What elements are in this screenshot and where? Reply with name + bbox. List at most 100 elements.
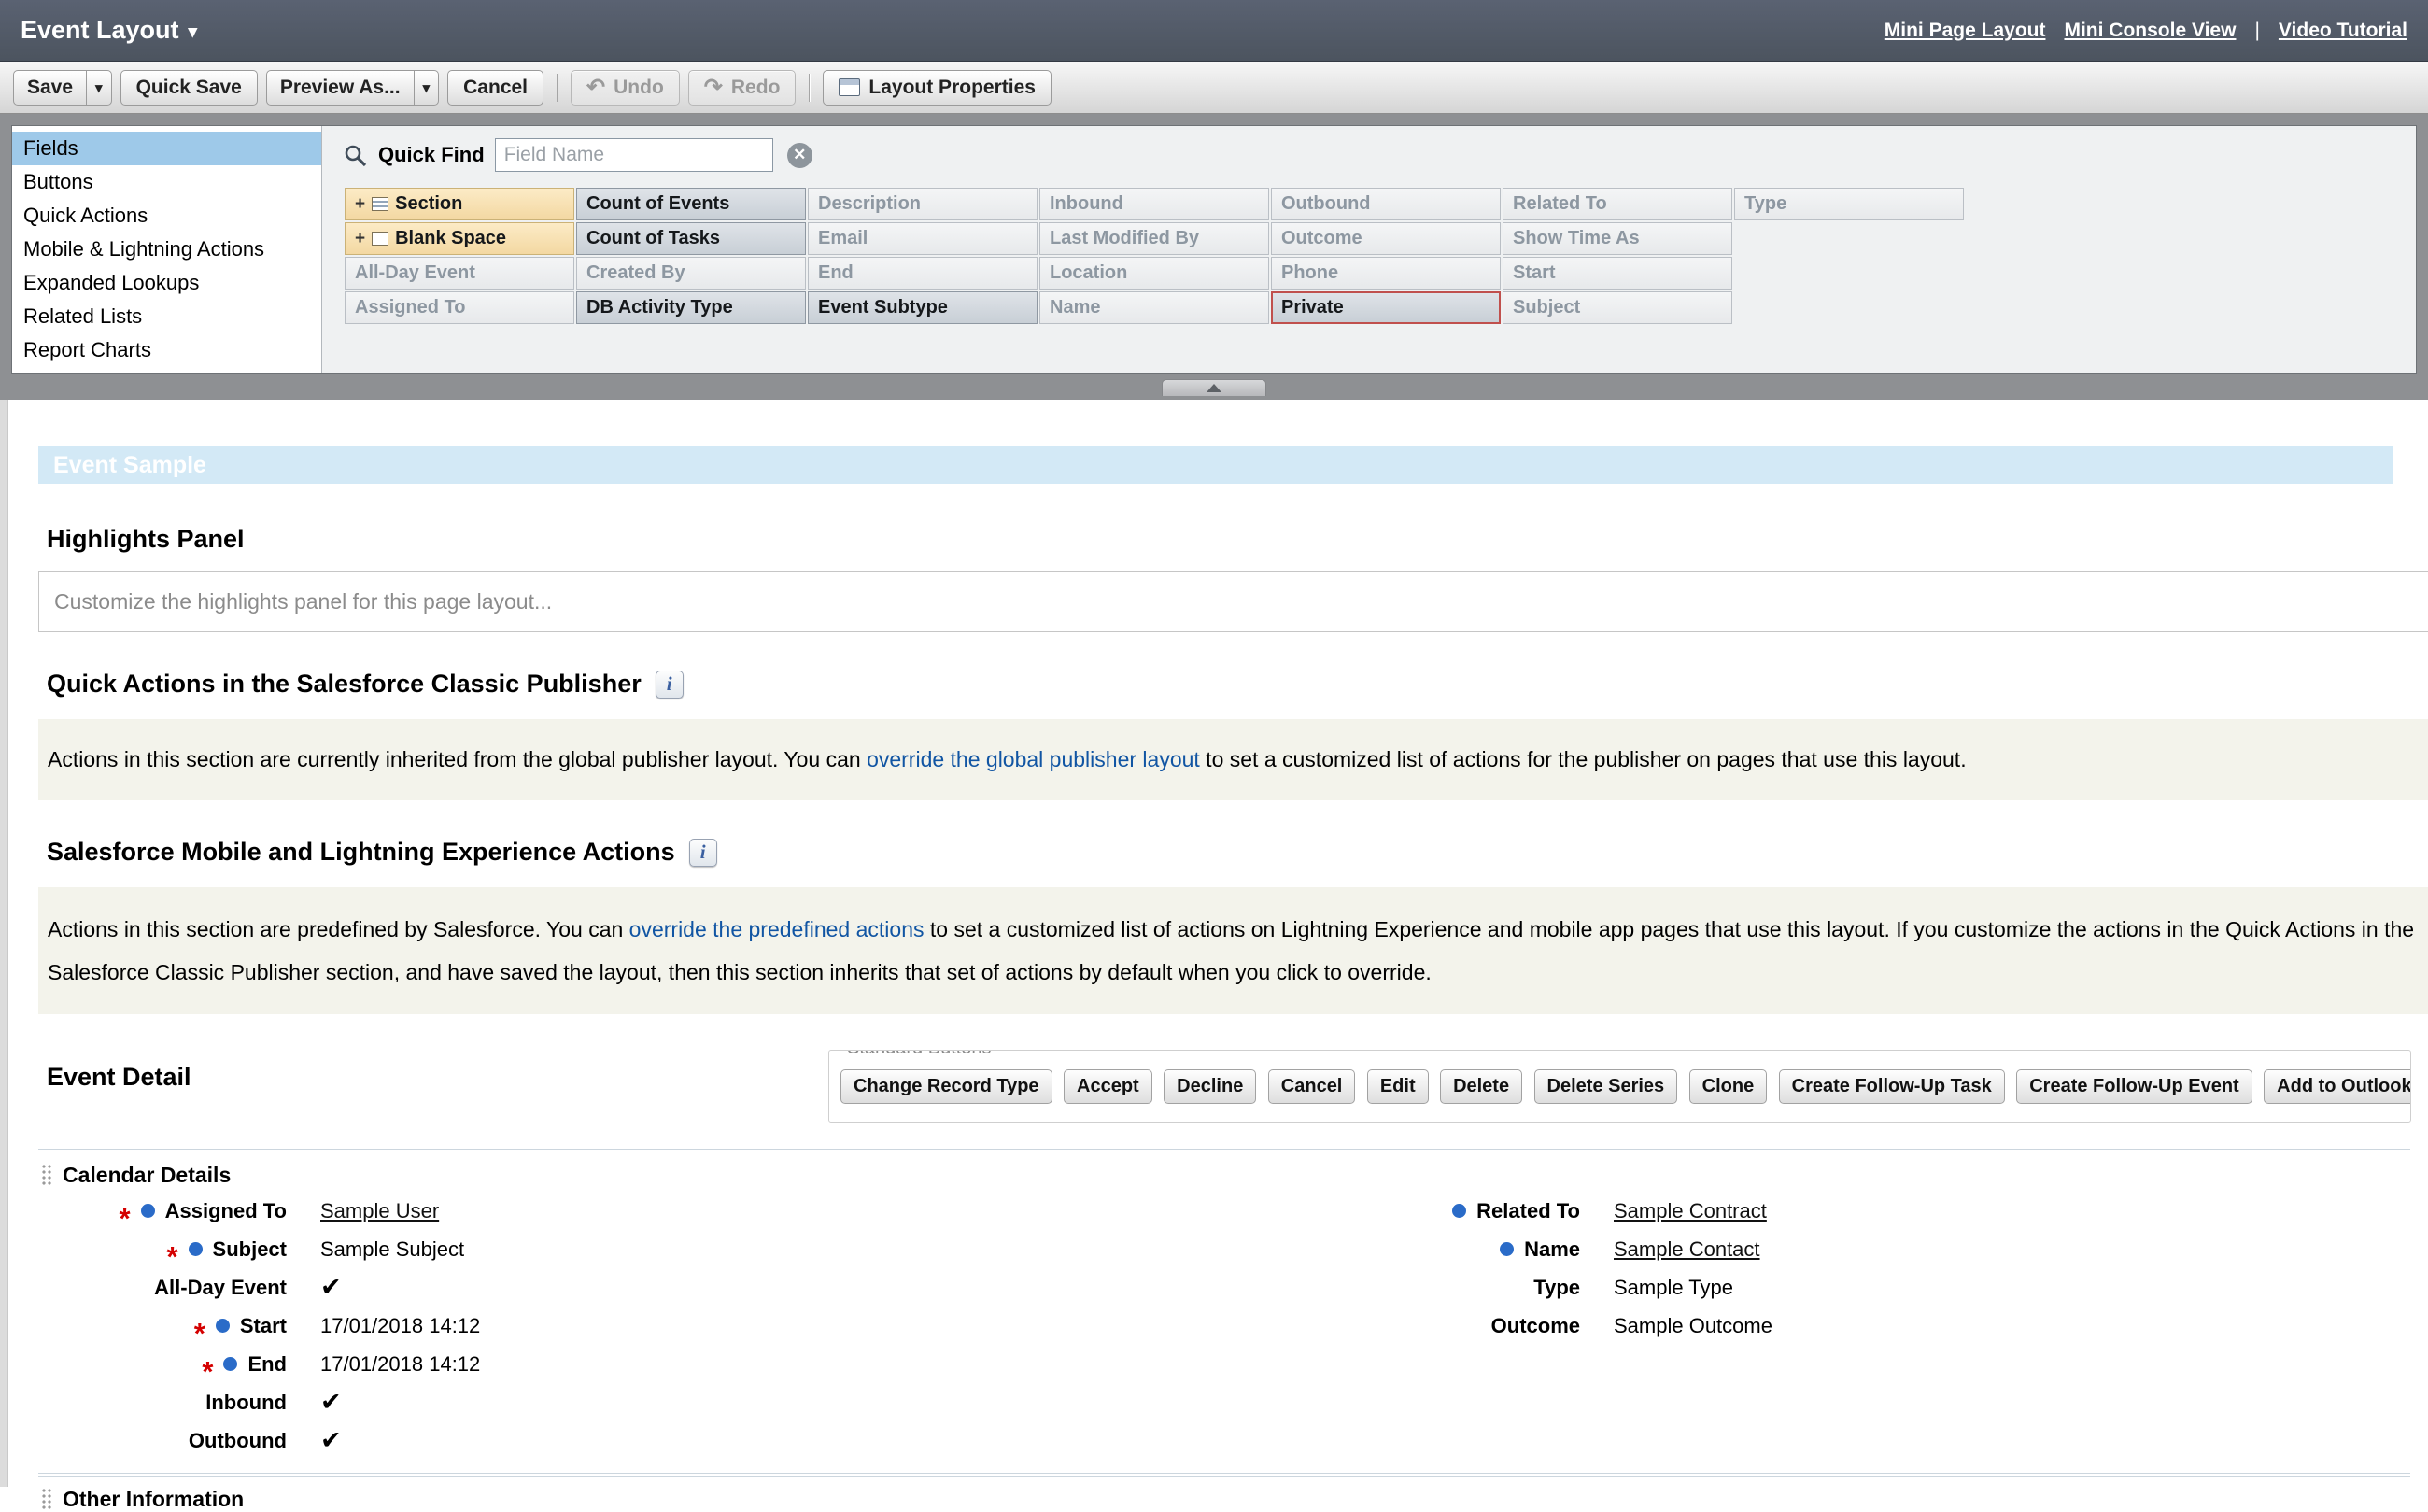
- palette-field-type[interactable]: Type: [1734, 188, 1964, 220]
- redo-icon: ↷: [704, 77, 723, 99]
- palette-field-location[interactable]: Location: [1039, 257, 1269, 290]
- preview-as-dropdown-icon[interactable]: ▾: [414, 71, 439, 105]
- field-indicator-icon: [216, 1319, 230, 1333]
- layout-field-type[interactable]: Type: [1347, 1268, 1580, 1307]
- sidebar-item-fields[interactable]: Fields: [12, 132, 321, 165]
- delete-series-button[interactable]: Delete Series: [1534, 1069, 1678, 1104]
- sidebar-item-expanded-lookups[interactable]: Expanded Lookups: [12, 266, 321, 300]
- layout-field-all-day-event[interactable]: All-Day Event: [0, 1268, 287, 1307]
- quick-save-button[interactable]: Quick Save: [120, 70, 258, 106]
- toolbar-separator: [557, 74, 558, 102]
- sidebar-item-quick-actions[interactable]: Quick Actions: [12, 199, 321, 233]
- field-value: Sample Type: [1580, 1268, 2428, 1307]
- info-icon[interactable]: i: [656, 671, 684, 699]
- section-calendar-details[interactable]: Calendar Details: [41, 1162, 2428, 1188]
- clear-search-icon[interactable]: ✕: [787, 143, 812, 168]
- palette-field-private[interactable]: Private: [1271, 291, 1501, 324]
- layout-properties-button[interactable]: Layout Properties: [823, 70, 1052, 106]
- drag-handle-icon: [41, 1488, 52, 1510]
- event-detail-title: Event Detail: [47, 1063, 191, 1092]
- classic-publisher-note: Actions in this section are currently in…: [38, 719, 2428, 800]
- palette-field-phone[interactable]: Phone: [1271, 257, 1501, 290]
- create-follow-up-event-button[interactable]: Create Follow-Up Event: [2016, 1069, 2252, 1104]
- section-other-information[interactable]: Other Information: [41, 1486, 2428, 1512]
- palette-field-db-activity-type[interactable]: DB Activity Type: [576, 291, 806, 324]
- field-indicator-icon: [1500, 1242, 1514, 1256]
- layout-field-outcome[interactable]: Outcome: [1347, 1307, 1580, 1345]
- field-indicator-icon: [1452, 1204, 1466, 1218]
- clone-button[interactable]: Clone: [1689, 1069, 1768, 1104]
- sidebar-item-report-charts[interactable]: Report Charts: [12, 333, 321, 367]
- accept-button[interactable]: Accept: [1064, 1069, 1152, 1104]
- preview-as-button[interactable]: Preview As... ▾: [266, 70, 439, 106]
- link-mini-page-layout[interactable]: Mini Page Layout: [1885, 20, 2046, 42]
- palette-field-last-modified-by[interactable]: Last Modified By: [1039, 222, 1269, 255]
- sidebar-item-related-lists[interactable]: Related Lists: [12, 300, 321, 333]
- override-predefined-actions-link[interactable]: override the predefined actions: [629, 917, 925, 941]
- layout-field-end[interactable]: * End: [0, 1345, 287, 1383]
- field-indicator-icon: [223, 1357, 237, 1371]
- redo-button[interactable]: ↷ Redo: [688, 70, 797, 106]
- layout-field-related-to[interactable]: Related To: [1347, 1192, 1580, 1230]
- field-value: Sample Contact: [1580, 1230, 2428, 1268]
- editor-toolbar: Save ▾ Quick Save Preview As... ▾ Cancel…: [0, 62, 2428, 114]
- add-icon: +: [355, 229, 365, 249]
- palette-field-outbound[interactable]: Outbound: [1271, 188, 1501, 220]
- palette-field-end[interactable]: End: [808, 257, 1038, 290]
- undo-button[interactable]: ↶ Undo: [571, 70, 680, 106]
- palette-canvas: Quick Find ✕ + Section Count of Events D…: [322, 126, 2416, 373]
- palette-element-blank-space[interactable]: + Blank Space: [345, 222, 574, 255]
- layout-field-outbound[interactable]: Outbound: [0, 1421, 287, 1460]
- palette-field-inbound[interactable]: Inbound: [1039, 188, 1269, 220]
- palette-element-section[interactable]: + Section: [345, 188, 574, 220]
- palette-field-name[interactable]: Name: [1039, 291, 1269, 324]
- palette-field-assigned-to[interactable]: Assigned To: [345, 291, 574, 324]
- palette-field-subject[interactable]: Subject: [1503, 291, 1732, 324]
- toolbar-separator: [809, 74, 810, 102]
- palette-field-email[interactable]: Email: [808, 222, 1038, 255]
- palette-collapse-handle[interactable]: [1162, 379, 1266, 396]
- save-dropdown-icon[interactable]: ▾: [86, 71, 111, 105]
- palette-field-show-time-as[interactable]: Show Time As: [1503, 222, 1732, 255]
- sidebar-item-mobile-lightning-actions[interactable]: Mobile & Lightning Actions: [12, 233, 321, 266]
- link-mini-console-view[interactable]: Mini Console View: [2064, 20, 2236, 42]
- quick-find-input[interactable]: [495, 138, 773, 172]
- palette-field-created-by[interactable]: Created By: [576, 257, 806, 290]
- sidebar-item-buttons[interactable]: Buttons: [12, 165, 321, 199]
- highlights-panel-box[interactable]: Customize the highlights panel for this …: [38, 571, 2428, 632]
- layout-selector[interactable]: Event Layout ▾: [21, 16, 197, 45]
- layout-field-subject[interactable]: * Subject: [0, 1230, 287, 1268]
- info-icon[interactable]: i: [689, 839, 717, 867]
- add-to-outlook-button[interactable]: Add to Outlook: [2264, 1069, 2411, 1104]
- palette-field-count-of-events[interactable]: Count of Events: [576, 188, 806, 220]
- field-value: Sample Subject: [287, 1230, 1347, 1268]
- palette-field-outcome[interactable]: Outcome: [1271, 222, 1501, 255]
- palette-field-description[interactable]: Description: [808, 188, 1038, 220]
- cancel-standard-button[interactable]: Cancel: [1268, 1069, 1356, 1104]
- standard-buttons-legend: Standard Buttons: [840, 1050, 998, 1059]
- palette-field-all-day-event[interactable]: All-Day Event: [345, 257, 574, 290]
- cancel-button[interactable]: Cancel: [447, 70, 543, 106]
- mobile-actions-title: Salesforce Mobile and Lightning Experien…: [47, 838, 675, 867]
- classic-publisher-title: Quick Actions in the Salesforce Classic …: [47, 670, 642, 699]
- palette-field-count-of-tasks[interactable]: Count of Tasks: [576, 222, 806, 255]
- palette-field-start[interactable]: Start: [1503, 257, 1732, 290]
- delete-button[interactable]: Delete: [1440, 1069, 1522, 1104]
- layout-field-start[interactable]: * Start: [0, 1307, 287, 1345]
- search-icon: [343, 143, 368, 168]
- layout-field-assigned-to[interactable]: * Assigned To: [0, 1192, 287, 1230]
- undo-icon: ↶: [586, 77, 605, 99]
- change-record-type-button[interactable]: Change Record Type: [840, 1069, 1052, 1104]
- layout-field-name[interactable]: Name: [1347, 1230, 1580, 1268]
- highlights-panel-title: Highlights Panel: [47, 525, 2428, 554]
- create-follow-up-task-button[interactable]: Create Follow-Up Task: [1779, 1069, 2005, 1104]
- palette-field-event-subtype[interactable]: Event Subtype: [808, 291, 1038, 324]
- edit-button[interactable]: Edit: [1367, 1069, 1429, 1104]
- decline-button[interactable]: Decline: [1164, 1069, 1256, 1104]
- override-global-publisher-link[interactable]: override the global publisher layout: [867, 747, 1200, 771]
- link-video-tutorial[interactable]: Video Tutorial: [2279, 20, 2407, 42]
- save-button[interactable]: Save ▾: [13, 70, 112, 106]
- layout-field-inbound[interactable]: Inbound: [0, 1383, 287, 1421]
- palette-field-related-to[interactable]: Related To: [1503, 188, 1732, 220]
- chevron-down-icon: ▾: [189, 21, 198, 43]
